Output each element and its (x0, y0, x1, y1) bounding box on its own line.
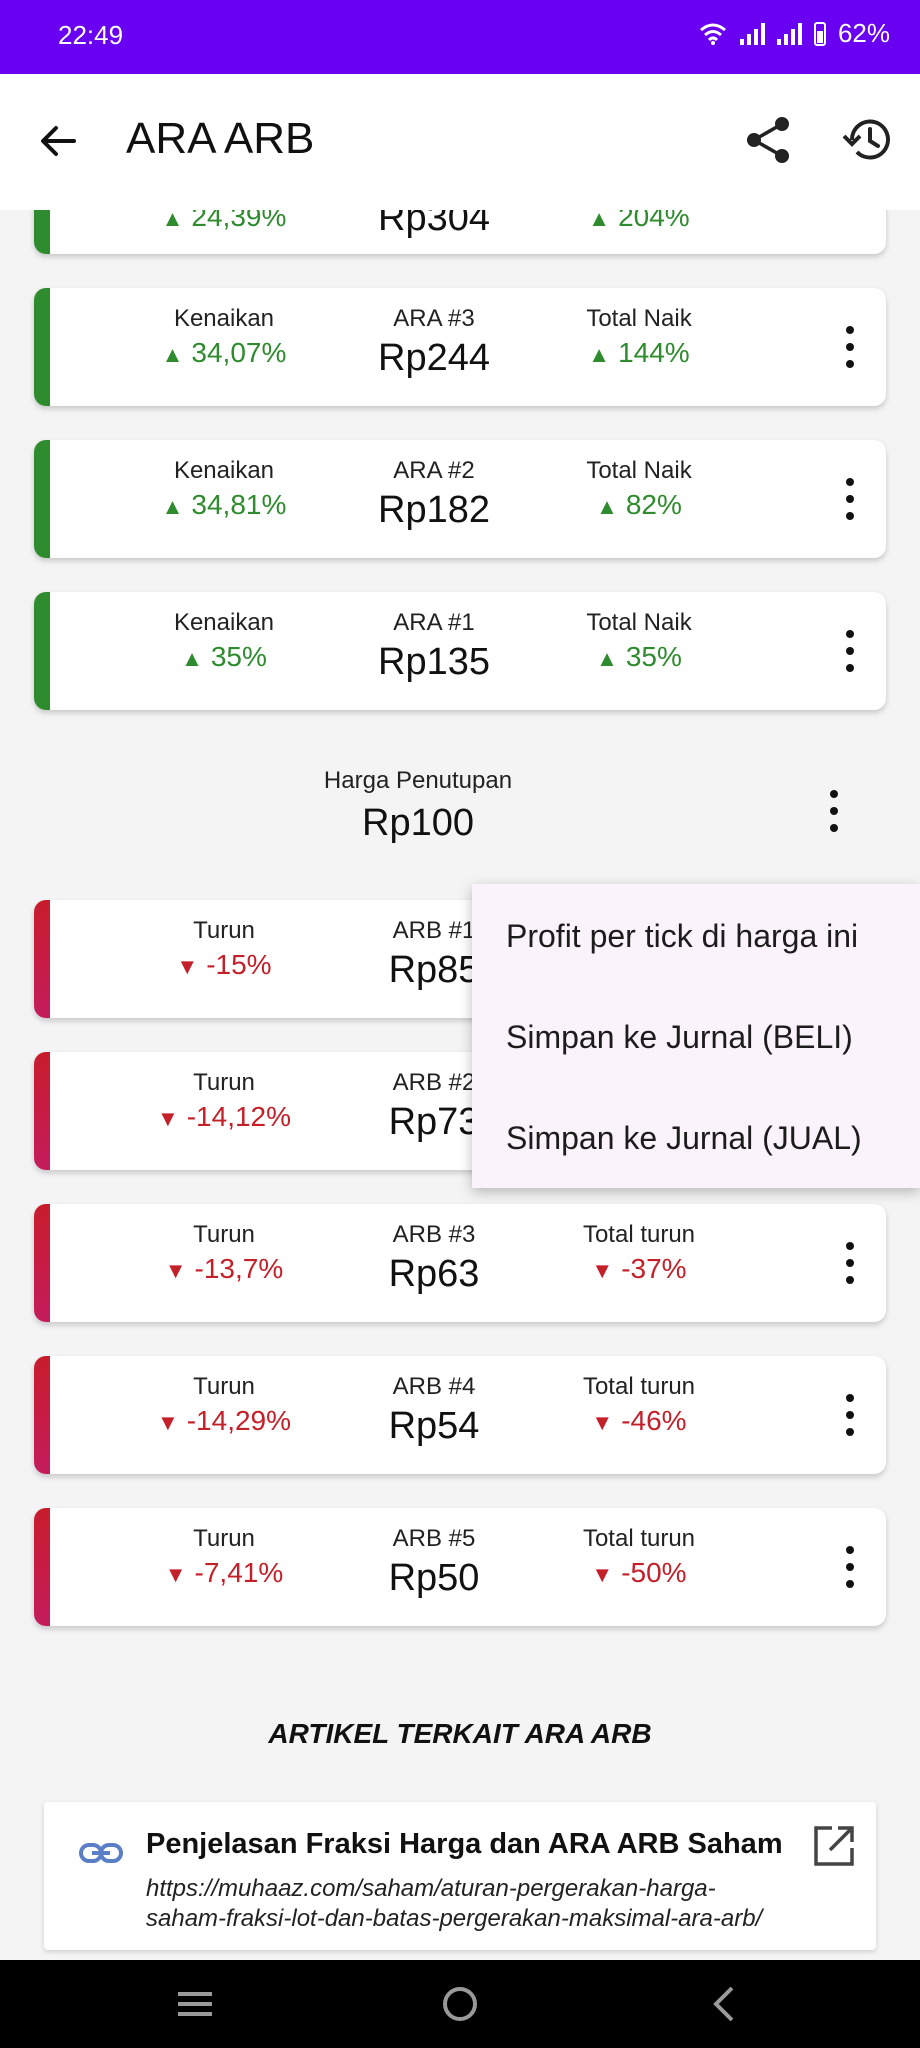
more-vert-icon[interactable] (844, 1394, 856, 1438)
card-stripe (34, 1356, 50, 1474)
signal-icon (739, 22, 765, 45)
down-triangle-icon: ▼ (591, 1410, 614, 1435)
card-stripe (34, 900, 50, 1018)
card-total: Total Naik ▲ 144% (586, 305, 692, 368)
card-price-col: ARA #1 Rp135 (334, 608, 534, 688)
menu-item-profit-per-tick[interactable]: Profit per tick di harga ini (506, 918, 858, 955)
arb-card-3: Turun ▼ -13,7% ARB #3 Rp63 Total turun ▼ -… (34, 1204, 886, 1322)
card-change: Turun ▼ -13,7% (164, 1221, 284, 1284)
card-stripe (34, 1204, 50, 1322)
article-card[interactable]: Penjelasan Fraksi Harga dan ARA ARB Saha… (44, 1802, 876, 1950)
card-stripe (34, 592, 50, 710)
system-nav-bar (0, 1960, 920, 2048)
down-triangle-icon: ▼ (591, 1562, 614, 1587)
history-icon[interactable] (840, 112, 896, 168)
menu-item-save-journal-buy[interactable]: Simpan ke Jurnal (BELI) (506, 1019, 853, 1056)
card-price: Rp50 (388, 1557, 480, 1599)
closing-price-label: Harga Penutupan (323, 767, 513, 794)
back-nav-icon[interactable] (700, 1982, 750, 2026)
down-triangle-icon: ▼ (164, 1562, 187, 1587)
card-stripe (34, 1052, 50, 1170)
up-triangle-icon: ▲ (588, 342, 611, 367)
link-icon (79, 1843, 123, 1863)
arb-card-4: Turun ▼ -14,29% ARB #4 Rp54 Total turun ▼… (34, 1356, 886, 1474)
card-change: Turun ▼ -14,29% (156, 1373, 292, 1436)
closing-price-value: Rp100 (362, 802, 474, 844)
card-stripe (34, 288, 50, 406)
card-price: Rp182 (378, 489, 490, 531)
article-url[interactable]: https://muhaaz.com/saham/aturan-pergerak… (146, 1874, 786, 1934)
battery-icon (813, 21, 826, 46)
down-triangle-icon: ▼ (164, 1258, 187, 1283)
ara-card-1: Kenaikan ▲ 35% ARA #1 Rp135 Total Naik ▲ 3… (34, 592, 886, 710)
card-stripe (34, 1508, 50, 1626)
popup-menu: Profit per tick di harga ini Simpan ke J… (472, 884, 920, 1188)
menu-item-save-journal-sell[interactable]: Simpan ke Jurnal (JUAL) (506, 1120, 862, 1157)
more-vert-icon[interactable] (844, 1546, 856, 1590)
down-triangle-icon: ▼ (591, 1258, 614, 1283)
up-triangle-icon: ▲ (161, 342, 184, 367)
more-vert-icon[interactable] (844, 326, 856, 370)
article-title[interactable]: Penjelasan Fraksi Harga dan ARA ARB Saha… (146, 1828, 783, 1861)
down-triangle-icon: ▼ (156, 1106, 179, 1131)
up-triangle-icon: ▲ (161, 494, 184, 519)
up-triangle-icon: ▲ (181, 646, 203, 671)
closing-price: Harga Penutupan Rp100 (280, 764, 556, 848)
card-stripe (34, 440, 50, 558)
page-title: ARA ARB (126, 114, 315, 163)
up-triangle-icon: ▲ (596, 646, 618, 671)
card-total: Total Naik ▲ 35% (586, 609, 692, 672)
card-total: Total turun ▼ -50% (582, 1525, 696, 1588)
card-total: Total Naik ▲ 82% (586, 457, 692, 520)
card-price: Rp135 (378, 641, 490, 683)
status-icons: 62% (698, 18, 890, 49)
card-change: Turun ▼ -15% (176, 917, 272, 980)
signal-icon (776, 22, 802, 45)
share-icon[interactable] (740, 112, 796, 168)
arb-card-5: Turun ▼ -7,41% ARB #5 Rp50 Total turun ▼ -… (34, 1508, 886, 1626)
up-triangle-icon: ▲ (596, 494, 618, 519)
back-arrow-icon[interactable] (34, 116, 84, 166)
card-price-col: ARA #3 Rp244 (334, 304, 534, 384)
card-price-col: ARB #4 Rp54 (334, 1372, 534, 1452)
card-change: Kenaikan ▲ 34,81% (161, 457, 287, 520)
card-price: Rp63 (388, 1253, 480, 1295)
more-vert-icon[interactable] (844, 1242, 856, 1286)
card-price: Rp244 (378, 337, 490, 379)
card-price-col: ARB #5 Rp50 (334, 1524, 534, 1604)
more-vert-icon[interactable] (844, 630, 856, 674)
more-vert-icon[interactable] (828, 790, 840, 834)
more-vert-icon[interactable] (844, 478, 856, 522)
ara-card-3: Kenaikan ▲ 34,07% ARA #3 Rp244 Total Naik… (34, 288, 886, 406)
battery-level: 62% (837, 18, 890, 48)
card-change: Turun ▼ -7,41% (164, 1525, 284, 1588)
card-change: Kenaikan ▲ 35% (173, 609, 275, 672)
card-total: Total turun ▼ -46% (582, 1373, 696, 1436)
card-price-col: ARB #3 Rp63 (334, 1220, 534, 1300)
recent-apps-icon[interactable] (170, 1982, 220, 2026)
card-change: Turun ▼ -14,12% (156, 1069, 292, 1132)
card-price: Rp54 (388, 1405, 480, 1447)
card-change: Kenaikan ▲ 34,07% (161, 305, 287, 368)
down-triangle-icon: ▼ (176, 954, 199, 979)
app-bar: ARA ARB (0, 74, 920, 210)
card-price-col: ARA #2 Rp182 (334, 456, 534, 536)
status-bar: 22:49 62% (0, 0, 920, 74)
wifi-icon (699, 23, 726, 45)
home-icon[interactable] (435, 1982, 485, 2026)
card-total: Total turun ▼ -37% (582, 1221, 696, 1284)
articles-heading: ARTIKEL TERKAIT ARA ARB (268, 1718, 652, 1749)
down-triangle-icon: ▼ (156, 1410, 179, 1435)
status-time: 22:49 (58, 20, 124, 50)
ara-card-2: Kenaikan ▲ 34,81% ARA #2 Rp182 Total Naik… (34, 440, 886, 558)
open-in-new-icon[interactable] (812, 1824, 856, 1868)
